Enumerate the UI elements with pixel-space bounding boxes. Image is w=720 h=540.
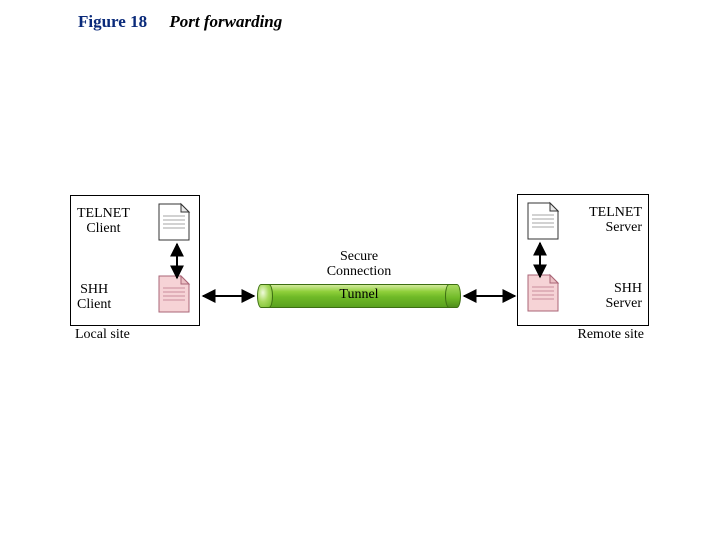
document-icon	[157, 202, 191, 242]
local-telnet-label: TELNET Client	[77, 206, 130, 237]
local-ssh-l2: Client	[77, 297, 111, 312]
document-icon	[526, 201, 560, 241]
local-telnet-l1: TELNET	[77, 206, 130, 221]
remote-ssh-label: SHH Server	[605, 281, 642, 312]
tunnel-to-remote-arrow	[461, 289, 518, 303]
local-telnet-l2: Client	[86, 221, 120, 236]
remote-ssh-l1: SHH	[614, 281, 642, 296]
figure-title: Figure 18 Port forwarding	[78, 12, 282, 32]
diagram-canvas: Figure 18 Port forwarding TELNET Client …	[0, 0, 720, 540]
remote-telnet-label: TELNET Server	[589, 205, 642, 236]
remote-telnet-l1: TELNET	[589, 205, 642, 220]
tunnel-label: Tunnel	[257, 287, 461, 303]
secure-connection-label: Secure Connection	[257, 249, 461, 283]
remote-ssh-l2: Server	[605, 296, 642, 311]
local-to-tunnel-arrow	[200, 289, 257, 303]
figure-number: Figure 18	[78, 12, 147, 31]
local-vertical-arrow	[170, 241, 184, 281]
local-site-caption: Local site	[75, 325, 130, 343]
secure-line2: Connection	[257, 264, 461, 279]
tunnel-cylinder: Tunnel	[257, 284, 461, 308]
local-ssh-l1: SHH	[80, 282, 108, 297]
remote-vertical-arrow	[533, 240, 547, 280]
figure-caption: Port forwarding	[169, 12, 282, 31]
secure-line1: Secure	[257, 249, 461, 264]
local-ssh-label: SHH Client	[77, 282, 111, 313]
remote-telnet-l2: Server	[605, 220, 642, 235]
remote-site-caption: Remote site	[578, 325, 645, 343]
